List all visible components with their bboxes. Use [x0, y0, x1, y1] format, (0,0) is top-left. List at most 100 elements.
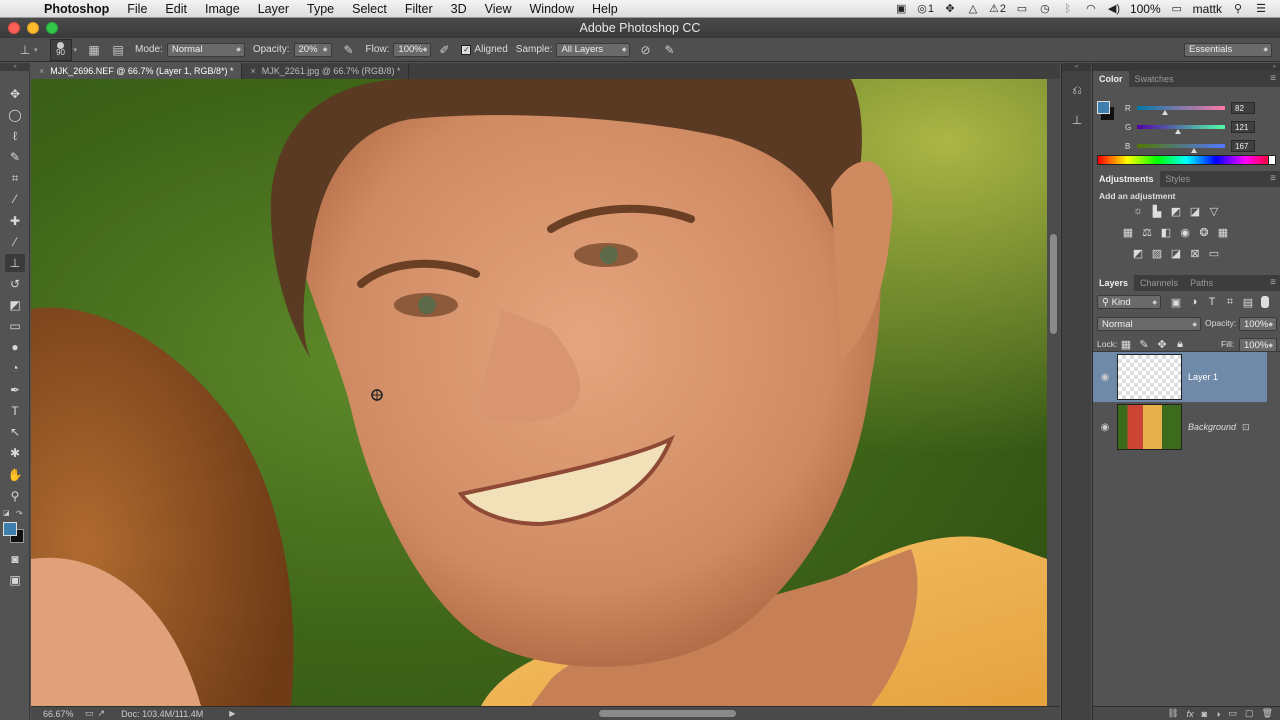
color-balance-icon[interactable]: ⚖: [1140, 226, 1154, 239]
filter-adjustment-icon[interactable]: ◑: [1187, 296, 1201, 308]
menu-app[interactable]: Photoshop: [44, 2, 118, 16]
channel-g-knob[interactable]: [1175, 129, 1182, 134]
flow-field[interactable]: 100%: [393, 42, 432, 57]
menu-view[interactable]: View: [476, 2, 521, 16]
clone-source-panel-icon[interactable]: ▤: [109, 41, 127, 59]
fill-field[interactable]: 100%: [1239, 338, 1277, 352]
pen-tool-icon[interactable]: ✒: [5, 381, 25, 399]
document-canvas[interactable]: [31, 79, 1047, 706]
brush-dropdown-icon[interactable]: ▾: [74, 46, 78, 54]
history-brush-tool-icon[interactable]: ↺: [5, 275, 25, 293]
blend-mode-dropdown[interactable]: Normal: [1097, 317, 1201, 331]
channel-r-value[interactable]: 82: [1231, 102, 1255, 114]
layer-opacity-field[interactable]: 100%: [1239, 317, 1277, 331]
clone-stamp-tool-icon[interactable]: ⊥: [5, 254, 25, 272]
brush-panel-toggle-icon[interactable]: ▦: [85, 41, 103, 59]
battery-percent[interactable]: 100%: [1130, 2, 1161, 16]
selective-color-icon[interactable]: ⊠: [1188, 247, 1202, 260]
layer-style-icon[interactable]: fx: [1187, 709, 1194, 719]
tab-mjk-2261[interactable]: × MJK_2261.jpg @ 66.7% (RGB/8) *: [242, 63, 410, 79]
tab-swatches[interactable]: Swatches: [1129, 71, 1180, 87]
volume-icon[interactable]: ◀): [1107, 3, 1121, 15]
layer-row-background[interactable]: ◉ Background ⊡: [1093, 402, 1267, 452]
status-menu-arrow-icon[interactable]: ▶: [229, 709, 235, 718]
new-group-icon[interactable]: ▭: [1229, 708, 1238, 719]
foreground-color-swatch[interactable]: [3, 522, 17, 536]
add-mask-icon[interactable]: ◙: [1202, 709, 1207, 719]
lock-image-icon[interactable]: ✎: [1137, 338, 1151, 351]
lasso-tool-icon[interactable]: ℓ: [5, 127, 25, 145]
menu-help[interactable]: Help: [583, 2, 627, 16]
lock-position-icon[interactable]: ✥: [1155, 338, 1169, 351]
quick-selection-tool-icon[interactable]: ✎: [5, 148, 25, 166]
filter-shape-icon[interactable]: ⌗: [1223, 296, 1237, 308]
close-tab-icon[interactable]: ×: [250, 66, 255, 76]
workspace-dropdown[interactable]: Essentials: [1184, 42, 1272, 57]
channel-mixer-icon[interactable]: ❂: [1197, 226, 1211, 239]
path-selection-tool-icon[interactable]: ↖: [5, 423, 25, 441]
color-foreground-swatch[interactable]: [1097, 101, 1110, 114]
airplay-icon[interactable]: ▭: [1015, 3, 1029, 15]
zoom-level[interactable]: 66.67%: [43, 709, 79, 719]
lock-transparent-icon[interactable]: ▦: [1119, 338, 1133, 351]
menu-window[interactable]: Window: [521, 2, 583, 16]
clone-source-panel-icon[interactable]: ⊥: [1069, 113, 1085, 129]
status-share-icon[interactable]: ↗: [98, 708, 106, 719]
canvas-vertical-scrollbar[interactable]: [1047, 79, 1060, 706]
aligned-checkbox[interactable]: ✓: [461, 44, 472, 55]
menu-filter[interactable]: Filter: [396, 2, 442, 16]
black-white-icon[interactable]: ◧: [1159, 226, 1173, 239]
color-panel-menu-icon[interactable]: ≡: [1270, 73, 1276, 84]
layer-row-layer-1[interactable]: ◉ Layer 1: [1093, 352, 1267, 402]
channel-b-knob[interactable]: [1191, 148, 1198, 153]
dropbox-icon[interactable]: ✥: [943, 3, 957, 15]
exposure-icon[interactable]: ◪: [1188, 205, 1202, 218]
zoom-window-button[interactable]: [46, 22, 58, 34]
dock-collapse-icon[interactable]: «: [1062, 63, 1091, 71]
horizontal-scroll-thumb[interactable]: [599, 710, 736, 717]
gradient-map-icon[interactable]: ▭: [1207, 247, 1221, 260]
eyedropper-tool-icon[interactable]: ⁄: [5, 190, 25, 208]
spotlight-search-icon[interactable]: ⚲: [1231, 3, 1245, 15]
ignore-adjustment-layers-icon[interactable]: ⊘: [636, 41, 654, 59]
opacity-field[interactable]: 20%: [293, 42, 332, 57]
screen-mode-icon[interactable]: ▣: [5, 571, 25, 589]
crop-tool-icon[interactable]: ⌗: [5, 169, 25, 187]
marquee-tool-icon[interactable]: ◯: [5, 106, 25, 124]
dodge-tool-icon[interactable]: ◔: [5, 359, 25, 377]
tab-mjk-2696[interactable]: × MJK_2696.NEF @ 66.7% (Layer 1, RGB/8*)…: [31, 63, 243, 79]
channel-r-slider[interactable]: [1137, 106, 1225, 115]
move-tool-icon[interactable]: ✥: [5, 85, 25, 103]
levels-icon[interactable]: ▙: [1150, 205, 1164, 218]
tab-adjustments[interactable]: Adjustments: [1093, 171, 1160, 187]
tab-styles[interactable]: Styles: [1160, 171, 1197, 187]
time-machine-icon[interactable]: ◷: [1038, 3, 1052, 15]
pressure-size-icon[interactable]: ✎: [660, 41, 678, 59]
brush-tool-icon[interactable]: ⁄: [5, 233, 25, 251]
notification-icon[interactable]: ◎ 1: [917, 3, 934, 16]
vertical-scroll-thumb[interactable]: [1050, 234, 1057, 334]
blur-tool-icon[interactable]: ●: [5, 338, 25, 356]
menu-select[interactable]: Select: [343, 2, 396, 16]
vibrance-icon[interactable]: ▽: [1207, 205, 1221, 218]
menu-file[interactable]: File: [118, 2, 156, 16]
preset-dropdown-icon[interactable]: ▾: [34, 46, 38, 54]
menu-edit[interactable]: Edit: [156, 2, 196, 16]
close-window-button[interactable]: [8, 22, 20, 34]
brightness-icon[interactable]: ☼: [1131, 205, 1145, 217]
filter-pixel-icon[interactable]: ▣: [1169, 296, 1183, 309]
user-name[interactable]: mattk: [1193, 2, 1222, 16]
menu-image[interactable]: Image: [196, 2, 249, 16]
hue-saturation-icon[interactable]: ▦: [1121, 226, 1135, 239]
minimize-window-button[interactable]: [27, 22, 39, 34]
channel-g-slider[interactable]: [1137, 125, 1225, 134]
layer-name[interactable]: Layer 1: [1188, 372, 1218, 382]
layer-visibility-eye-icon[interactable]: ◉: [1093, 372, 1117, 383]
curves-icon[interactable]: ◩: [1169, 205, 1183, 218]
shape-tool-icon[interactable]: ✱: [5, 444, 25, 462]
type-tool-icon[interactable]: T: [5, 402, 25, 420]
channel-r-knob[interactable]: [1162, 110, 1169, 115]
menu-type[interactable]: Type: [298, 2, 343, 16]
delete-layer-icon[interactable]: 🗑︎: [1262, 708, 1273, 719]
mode-dropdown[interactable]: Normal: [166, 42, 245, 57]
